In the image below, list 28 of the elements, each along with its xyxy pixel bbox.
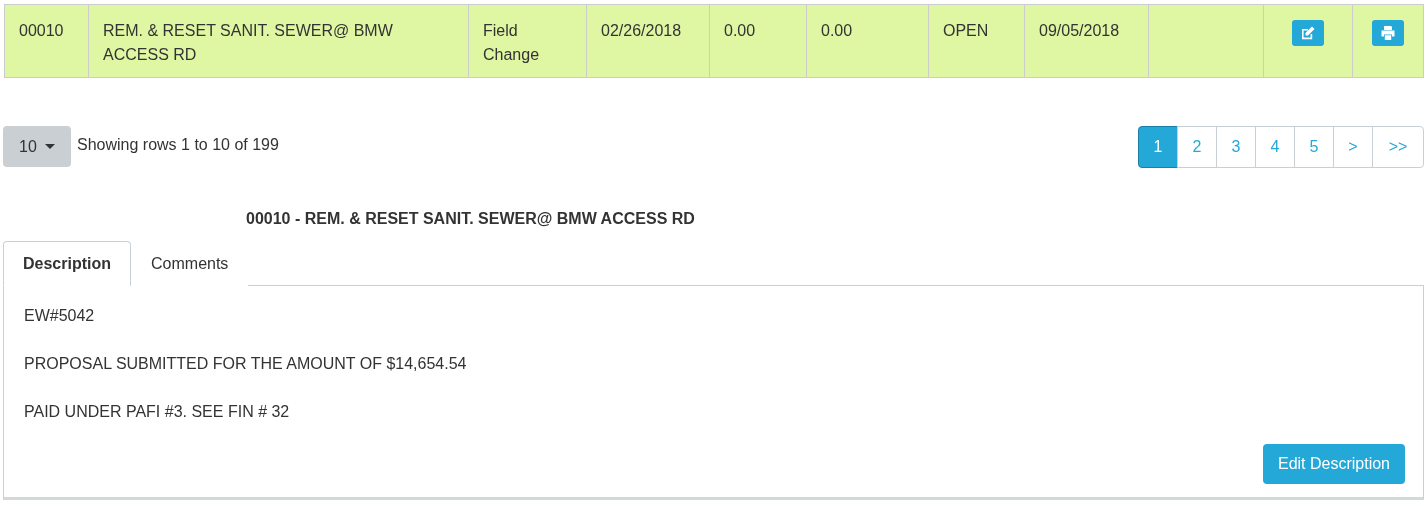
tab[interactable]: Description [3, 241, 131, 286]
edit-button[interactable] [1292, 20, 1324, 46]
page-link[interactable]: > [1333, 126, 1373, 168]
page-link[interactable]: 2 [1177, 126, 1217, 168]
table-cell-text: 00010 [19, 21, 64, 41]
printer-icon [1380, 25, 1396, 41]
description-text: PROPOSAL SUBMITTED FOR THE AMOUNT OF $14,654.54 [24, 356, 468, 372]
description-text: EW#5042 [24, 308, 96, 324]
rows-summary: Showing rows 1 to 10 of 199 [77, 136, 279, 154]
table-cell-text: OPEN [943, 21, 989, 41]
table-cell-text: Field Change [483, 21, 541, 65]
description-text: PAID UNDER PAFI #3. SEE FIN # 32 [24, 404, 291, 420]
page-link[interactable]: >> [1372, 126, 1424, 168]
page-link[interactable]: 5 [1294, 126, 1334, 168]
table-cell-text: 0.00 [821, 21, 853, 41]
page-size-dropdown[interactable]: 10 [3, 126, 71, 167]
table-cell-text: 09/05/2018 [1039, 21, 1120, 41]
caret-icon [44, 144, 55, 149]
page-link[interactable]: 4 [1255, 126, 1295, 168]
table-cell-text: 02/26/2018 [601, 21, 682, 41]
table-cell-text: REM. & RESET SANIT. SEWER@ BMW ACCESS RD [103, 21, 394, 65]
page-link[interactable]: 1 [1138, 126, 1178, 168]
print-button[interactable] [1372, 20, 1404, 46]
page-link[interactable]: 3 [1216, 126, 1256, 168]
table-cell-text: 0.00 [724, 21, 756, 41]
edit-icon [1300, 25, 1316, 41]
edit-description-button[interactable]: Edit Description [1262, 444, 1405, 484]
detail-title: 00010 - REM. & RESET SANIT. SEWER@ BMW ACCESS RD [246, 209, 696, 229]
